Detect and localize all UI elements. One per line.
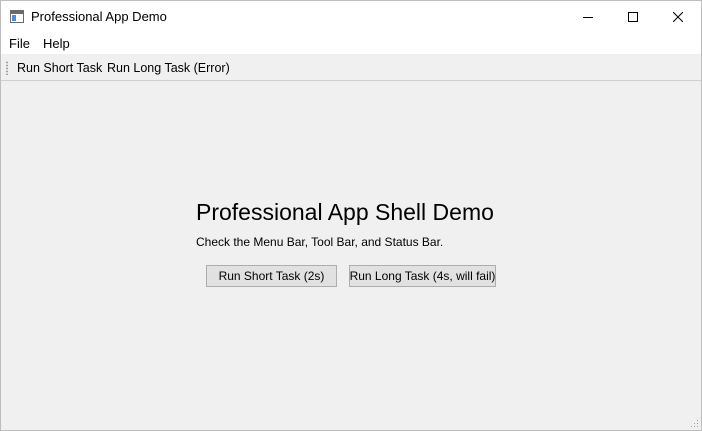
tool-bar: Run Short Task Run Long Task (Error)	[1, 55, 701, 81]
menu-help[interactable]: Help	[43, 36, 70, 52]
toolbar-grip-handle[interactable]	[6, 61, 8, 75]
main-heading: Professional App Shell Demo	[196, 199, 494, 225]
window-title: Professional App Demo	[31, 9, 167, 24]
run-long-task-button[interactable]: Run Long Task (4s, will fail)	[349, 265, 496, 287]
main-subtext: Check the Menu Bar, Tool Bar, and Status…	[196, 235, 444, 249]
close-icon	[673, 11, 683, 22]
toolbar-run-short-task-button[interactable]: Run Short Task	[17, 61, 102, 76]
menu-bar: File Help	[1, 32, 701, 54]
menu-file[interactable]: File	[9, 36, 30, 52]
maximize-icon	[628, 11, 638, 22]
maximize-button[interactable]	[610, 1, 656, 32]
minimize-icon	[583, 16, 593, 18]
minimize-button[interactable]	[565, 1, 611, 32]
toolbar-run-long-task-button[interactable]: Run Long Task (Error)	[107, 61, 230, 76]
app-window: Professional App Demo File Help Run Shor…	[0, 0, 702, 431]
close-button[interactable]	[655, 1, 701, 32]
run-short-task-button[interactable]: Run Short Task (2s)	[206, 265, 337, 287]
resize-grip-icon[interactable]	[690, 419, 699, 428]
app-window-icon	[10, 10, 24, 23]
title-bar[interactable]: Professional App Demo	[1, 1, 701, 32]
